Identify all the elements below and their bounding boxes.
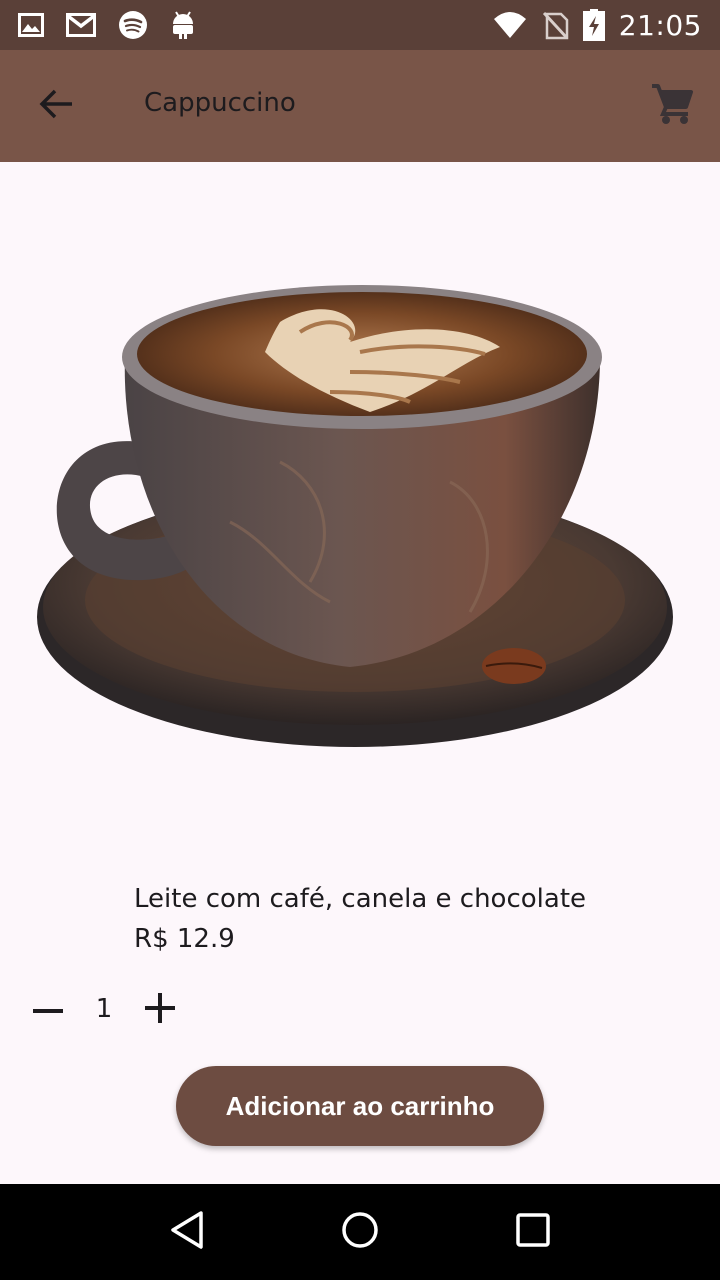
app-bar: Cappuccino [0,50,720,162]
plus-icon [145,992,175,1028]
nav-recents-button[interactable] [493,1192,573,1272]
add-to-cart-button[interactable]: Adicionar ao carrinho [176,1066,544,1146]
system-nav-bar [0,1184,720,1280]
quantity-value: 1 [95,994,113,1024]
recents-square-icon [516,1212,551,1252]
product-description: Leite com café, canela e chocolate [134,884,587,914]
nav-home-button[interactable] [320,1192,400,1272]
battery-charging-icon [582,9,605,41]
wifi-icon [493,11,527,39]
no-signal-icon [541,10,569,40]
status-bar: 21:05 [0,0,720,50]
status-left-icons [18,10,196,40]
increase-quantity-button[interactable] [138,988,182,1032]
gallery-icon [18,13,44,37]
shopping-cart-icon [650,83,694,130]
page-title: Cappuccino [144,88,296,118]
gmail-icon [66,13,96,37]
spotify-icon [118,10,148,40]
android-icon [170,10,196,40]
status-time: 21:05 [618,8,702,42]
decrease-quantity-button[interactable] [26,988,70,1032]
back-triangle-icon [169,1210,205,1255]
arrow-back-icon [38,88,74,125]
home-circle-icon [341,1211,379,1254]
product-image [30,282,690,762]
product-price: R$ 12.9 [134,924,235,954]
nav-back-button[interactable] [147,1192,227,1272]
minus-icon [33,1001,63,1019]
status-right-icons: 21:05 [493,9,702,42]
back-button[interactable] [28,80,84,132]
cart-button[interactable] [644,80,700,132]
